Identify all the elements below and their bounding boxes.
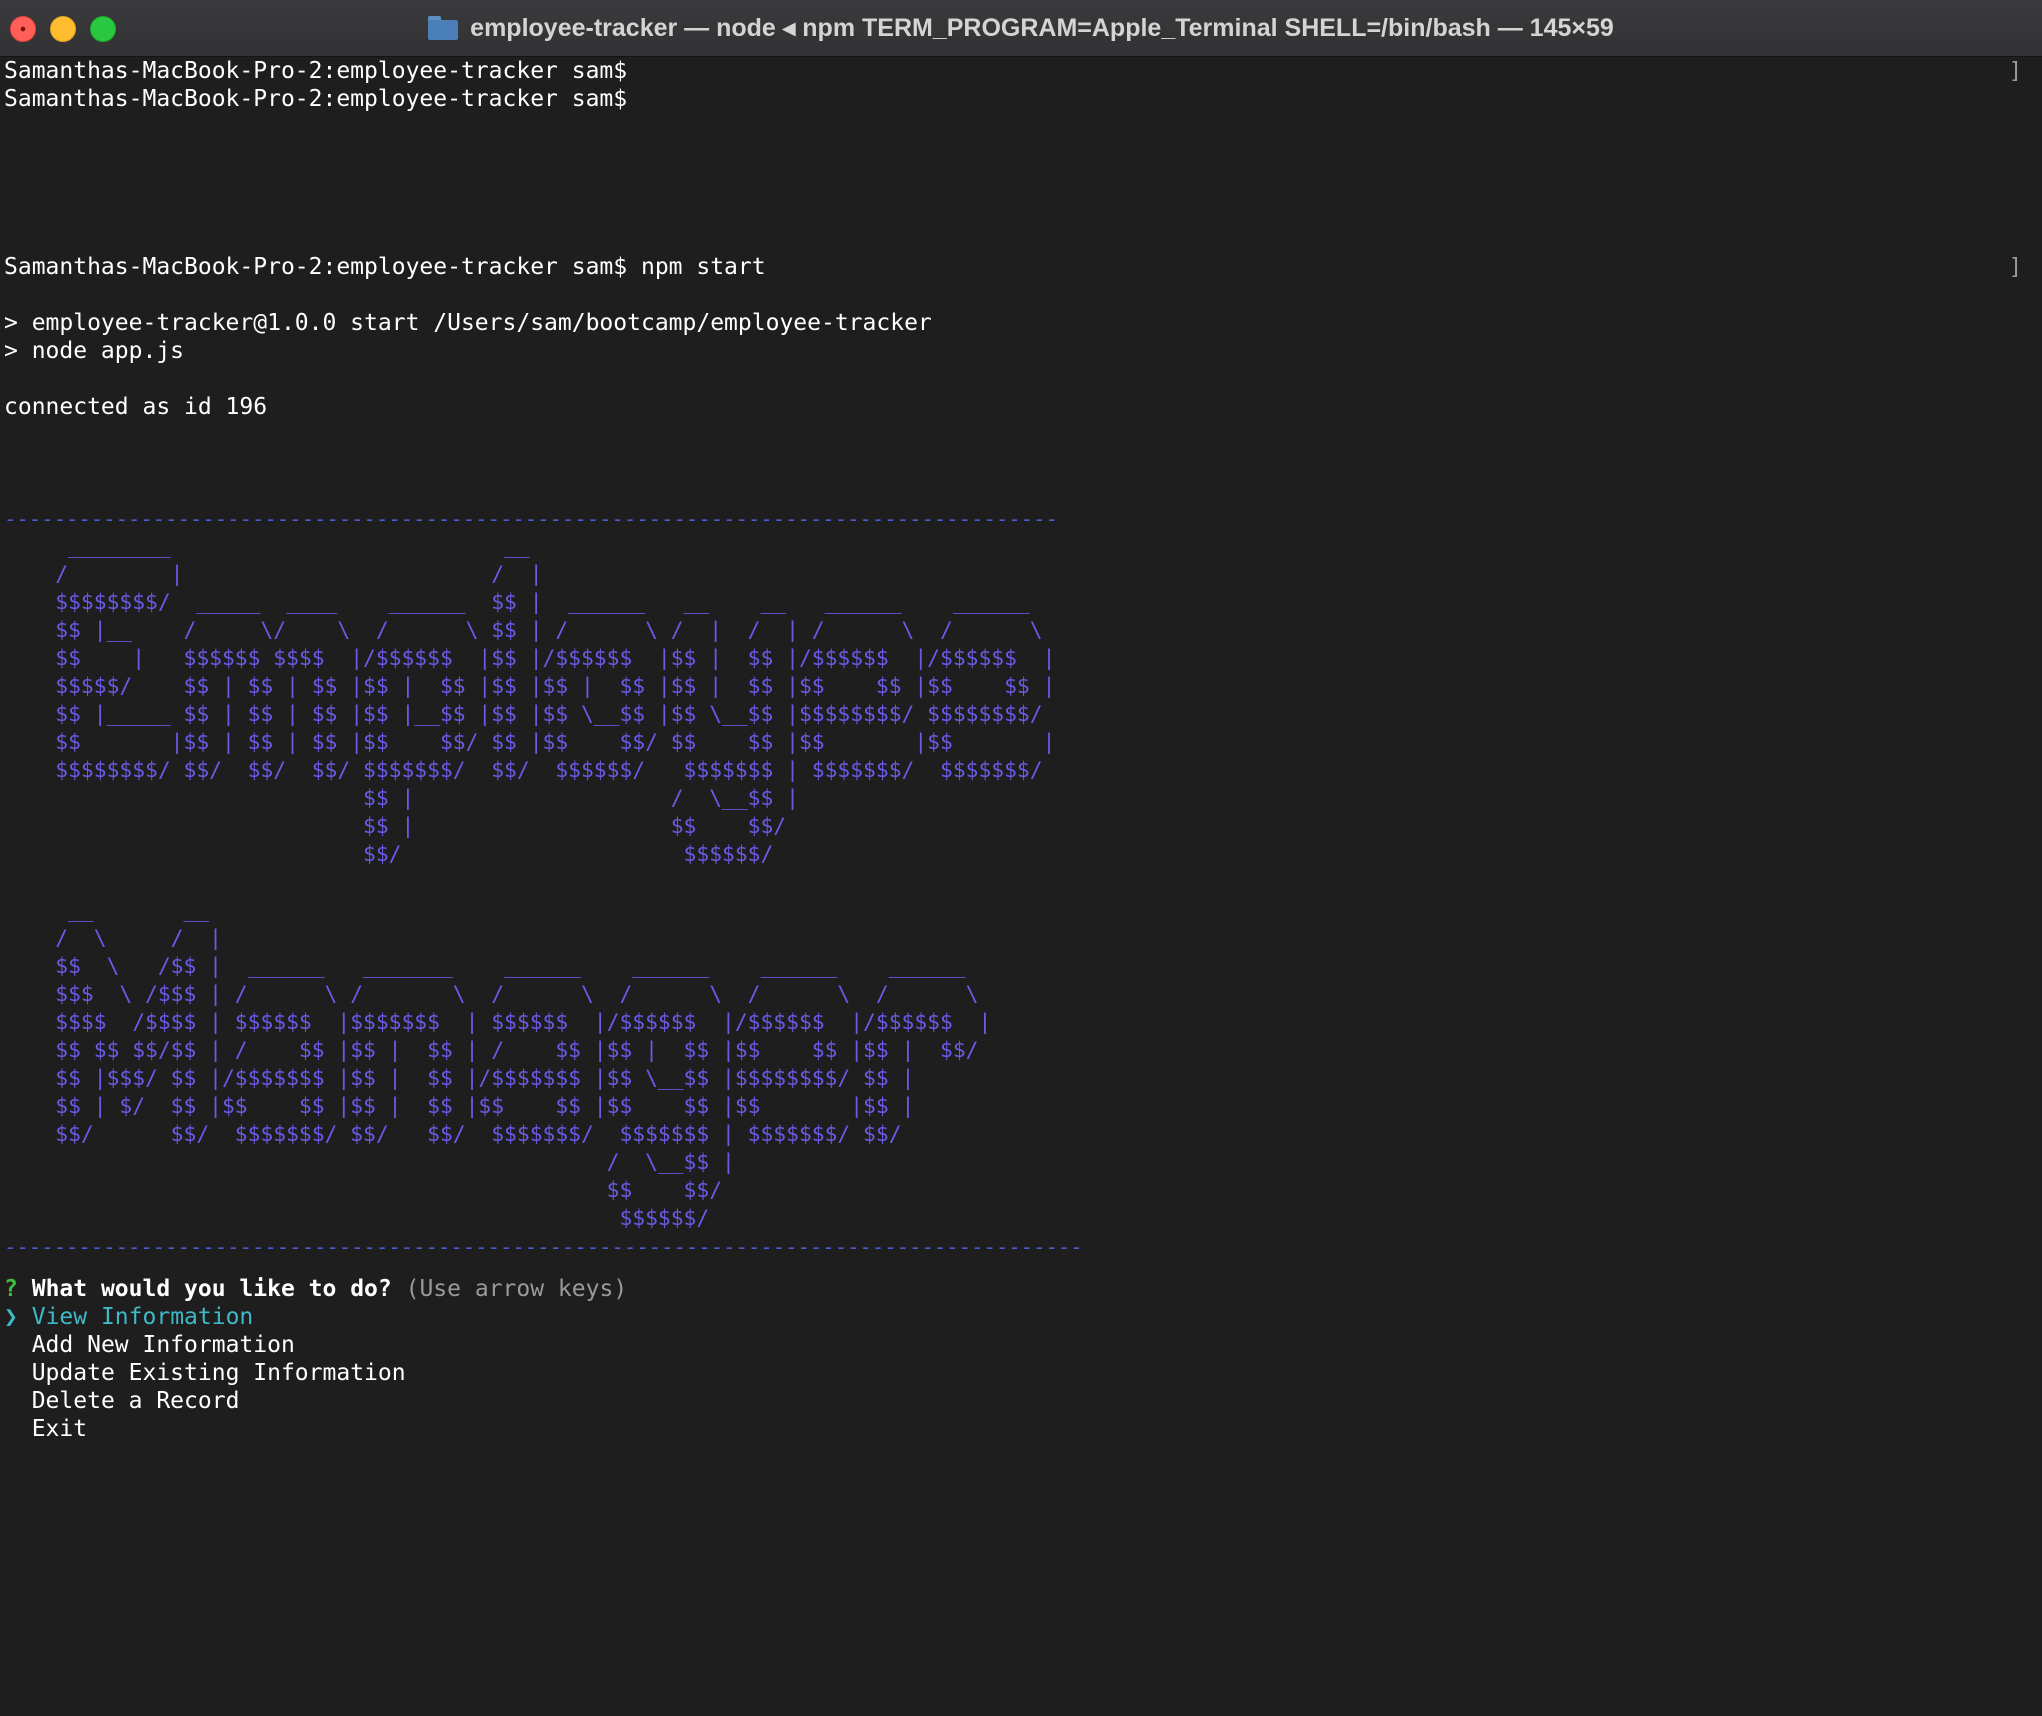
banner-art-line: $$ |$$ | $$ | $$ |$$ $$/ $$ |$$ $$/ $$ $…	[4, 730, 1056, 755]
banner-art-line: / | / |	[4, 562, 543, 587]
banner-art-line: $$$$$$$$/ $$/ $$/ $$/ $$$$$$$/ $$/ $$$$$…	[4, 758, 1043, 783]
banner-art-line: ________ __	[4, 534, 530, 559]
prompt-line: Samanthas-MacBook-Pro-2:employee-tracker…	[4, 86, 628, 112]
npm-output-line: > employee-tracker@1.0.0 start /Users/sa…	[4, 310, 932, 336]
folder-icon[interactable]	[428, 16, 459, 40]
terminal-window: employee-tracker — node ◂ npm TERM_PROGR…	[0, 0, 2042, 1716]
banner-art-line: $$$$ /$$$$ | $$$$$$ |$$$$$$$ | $$$$$$ |/…	[4, 1010, 992, 1035]
banner-art-line: $$ | $$ $$/	[4, 814, 787, 839]
question-mark: ?	[4, 1276, 18, 1302]
banner-art-line: $$ |__ / \/ \ / \ $$ | / \ / | / | / \ /…	[4, 618, 1043, 643]
menu-option-label: Delete a Record	[31, 1388, 240, 1414]
banner-art-line: / \ / |	[4, 926, 222, 951]
menu-option-add-new-information[interactable]: Add New Information	[4, 1331, 295, 1359]
scroll-marker: ]	[2008, 59, 2022, 84]
menu-option-label: Add New Information	[31, 1332, 295, 1358]
terminal-content[interactable]: Samanthas-MacBook-Pro-2:employee-tracker…	[4, 57, 2024, 1707]
menu-option-label: Update Existing Information	[31, 1360, 406, 1386]
banner-art-line: $$$ \ /$$$ | / \ / \ / \ / \ / \ / \	[4, 982, 979, 1007]
menu-option-label: View Information	[31, 1304, 254, 1330]
banner-art-line: $$$$$$/	[4, 1206, 710, 1231]
menu-option-view-information[interactable]: ❯ View Information	[4, 1303, 253, 1331]
menu-option-delete-a-record[interactable]: Delete a Record	[4, 1387, 240, 1415]
banner-art-line: / \__$$ |	[4, 1150, 735, 1175]
banner-art-line: $$ | $/ $$ |$$ $$ |$$ | $$ |$$ $$ |$$ $$…	[4, 1094, 915, 1119]
connection-status: connected as id 196	[4, 394, 268, 420]
banner-art-line: $$/ $$$$$$/	[4, 842, 774, 867]
banner-art-line: $$ |$$$/ $$ |/$$$$$$$ |$$ | $$ |/$$$$$$$…	[4, 1066, 915, 1091]
banner-art-line: $$ $$ $$/$$ | / $$ |$$ | $$ | / $$ |$$ |…	[4, 1038, 979, 1063]
window-title: employee-tracker — node ◂ npm TERM_PROGR…	[470, 14, 1614, 42]
command-line: Samanthas-MacBook-Pro-2:employee-tracker…	[4, 254, 766, 280]
npm-output-line: > node app.js	[4, 338, 185, 364]
menu-option-exit[interactable]: Exit	[4, 1415, 87, 1443]
prompt-line: Samanthas-MacBook-Pro-2:employee-tracker…	[4, 58, 628, 84]
selection-pointer-icon: ❯	[4, 1304, 18, 1330]
divider-rule: ----------------------------------------…	[4, 507, 1058, 531]
banner-art-line: $$ | $$$$$$ $$$$ |/$$$$$$ |$$ |/$$$$$$ |…	[4, 646, 1056, 671]
banner-art-line: __ __	[4, 898, 210, 923]
banner-art-line: $$/ $$/ $$$$$$$/ $$/ $$/ $$$$$$$/ $$$$$$…	[4, 1122, 902, 1147]
banner-art-line: $$$$$/ $$ | $$ | $$ |$$ | $$ |$$ |$$ | $…	[4, 674, 1056, 699]
banner-art-line: $$ |_____ $$ | $$ | $$ |$$ |__$$ |$$ |$$…	[4, 702, 1043, 727]
title-bar[interactable]: employee-tracker — node ◂ npm TERM_PROGR…	[0, 0, 2042, 57]
prompt-question: ? What would you like to do? (Use arrow …	[4, 1275, 627, 1303]
scroll-marker: ]	[2008, 255, 2022, 280]
banner-art-line: $$ | / \__$$ |	[4, 786, 799, 811]
banner-art-line: $$ \ /$$ | ______ _______ ______ ______ …	[4, 954, 966, 979]
question-hint: (Use arrow keys)	[405, 1276, 628, 1302]
banner-art-line: $$ $$/	[4, 1178, 723, 1203]
divider-rule: ----------------------------------------…	[4, 1235, 1083, 1259]
menu-option-update-existing-information[interactable]: Update Existing Information	[4, 1359, 406, 1387]
question-text: What would you like to do?	[31, 1276, 392, 1302]
banner-art-line: $$$$$$$$/ _____ ____ ______ $$ | ______ …	[4, 590, 1030, 615]
menu-option-label: Exit	[31, 1416, 88, 1442]
